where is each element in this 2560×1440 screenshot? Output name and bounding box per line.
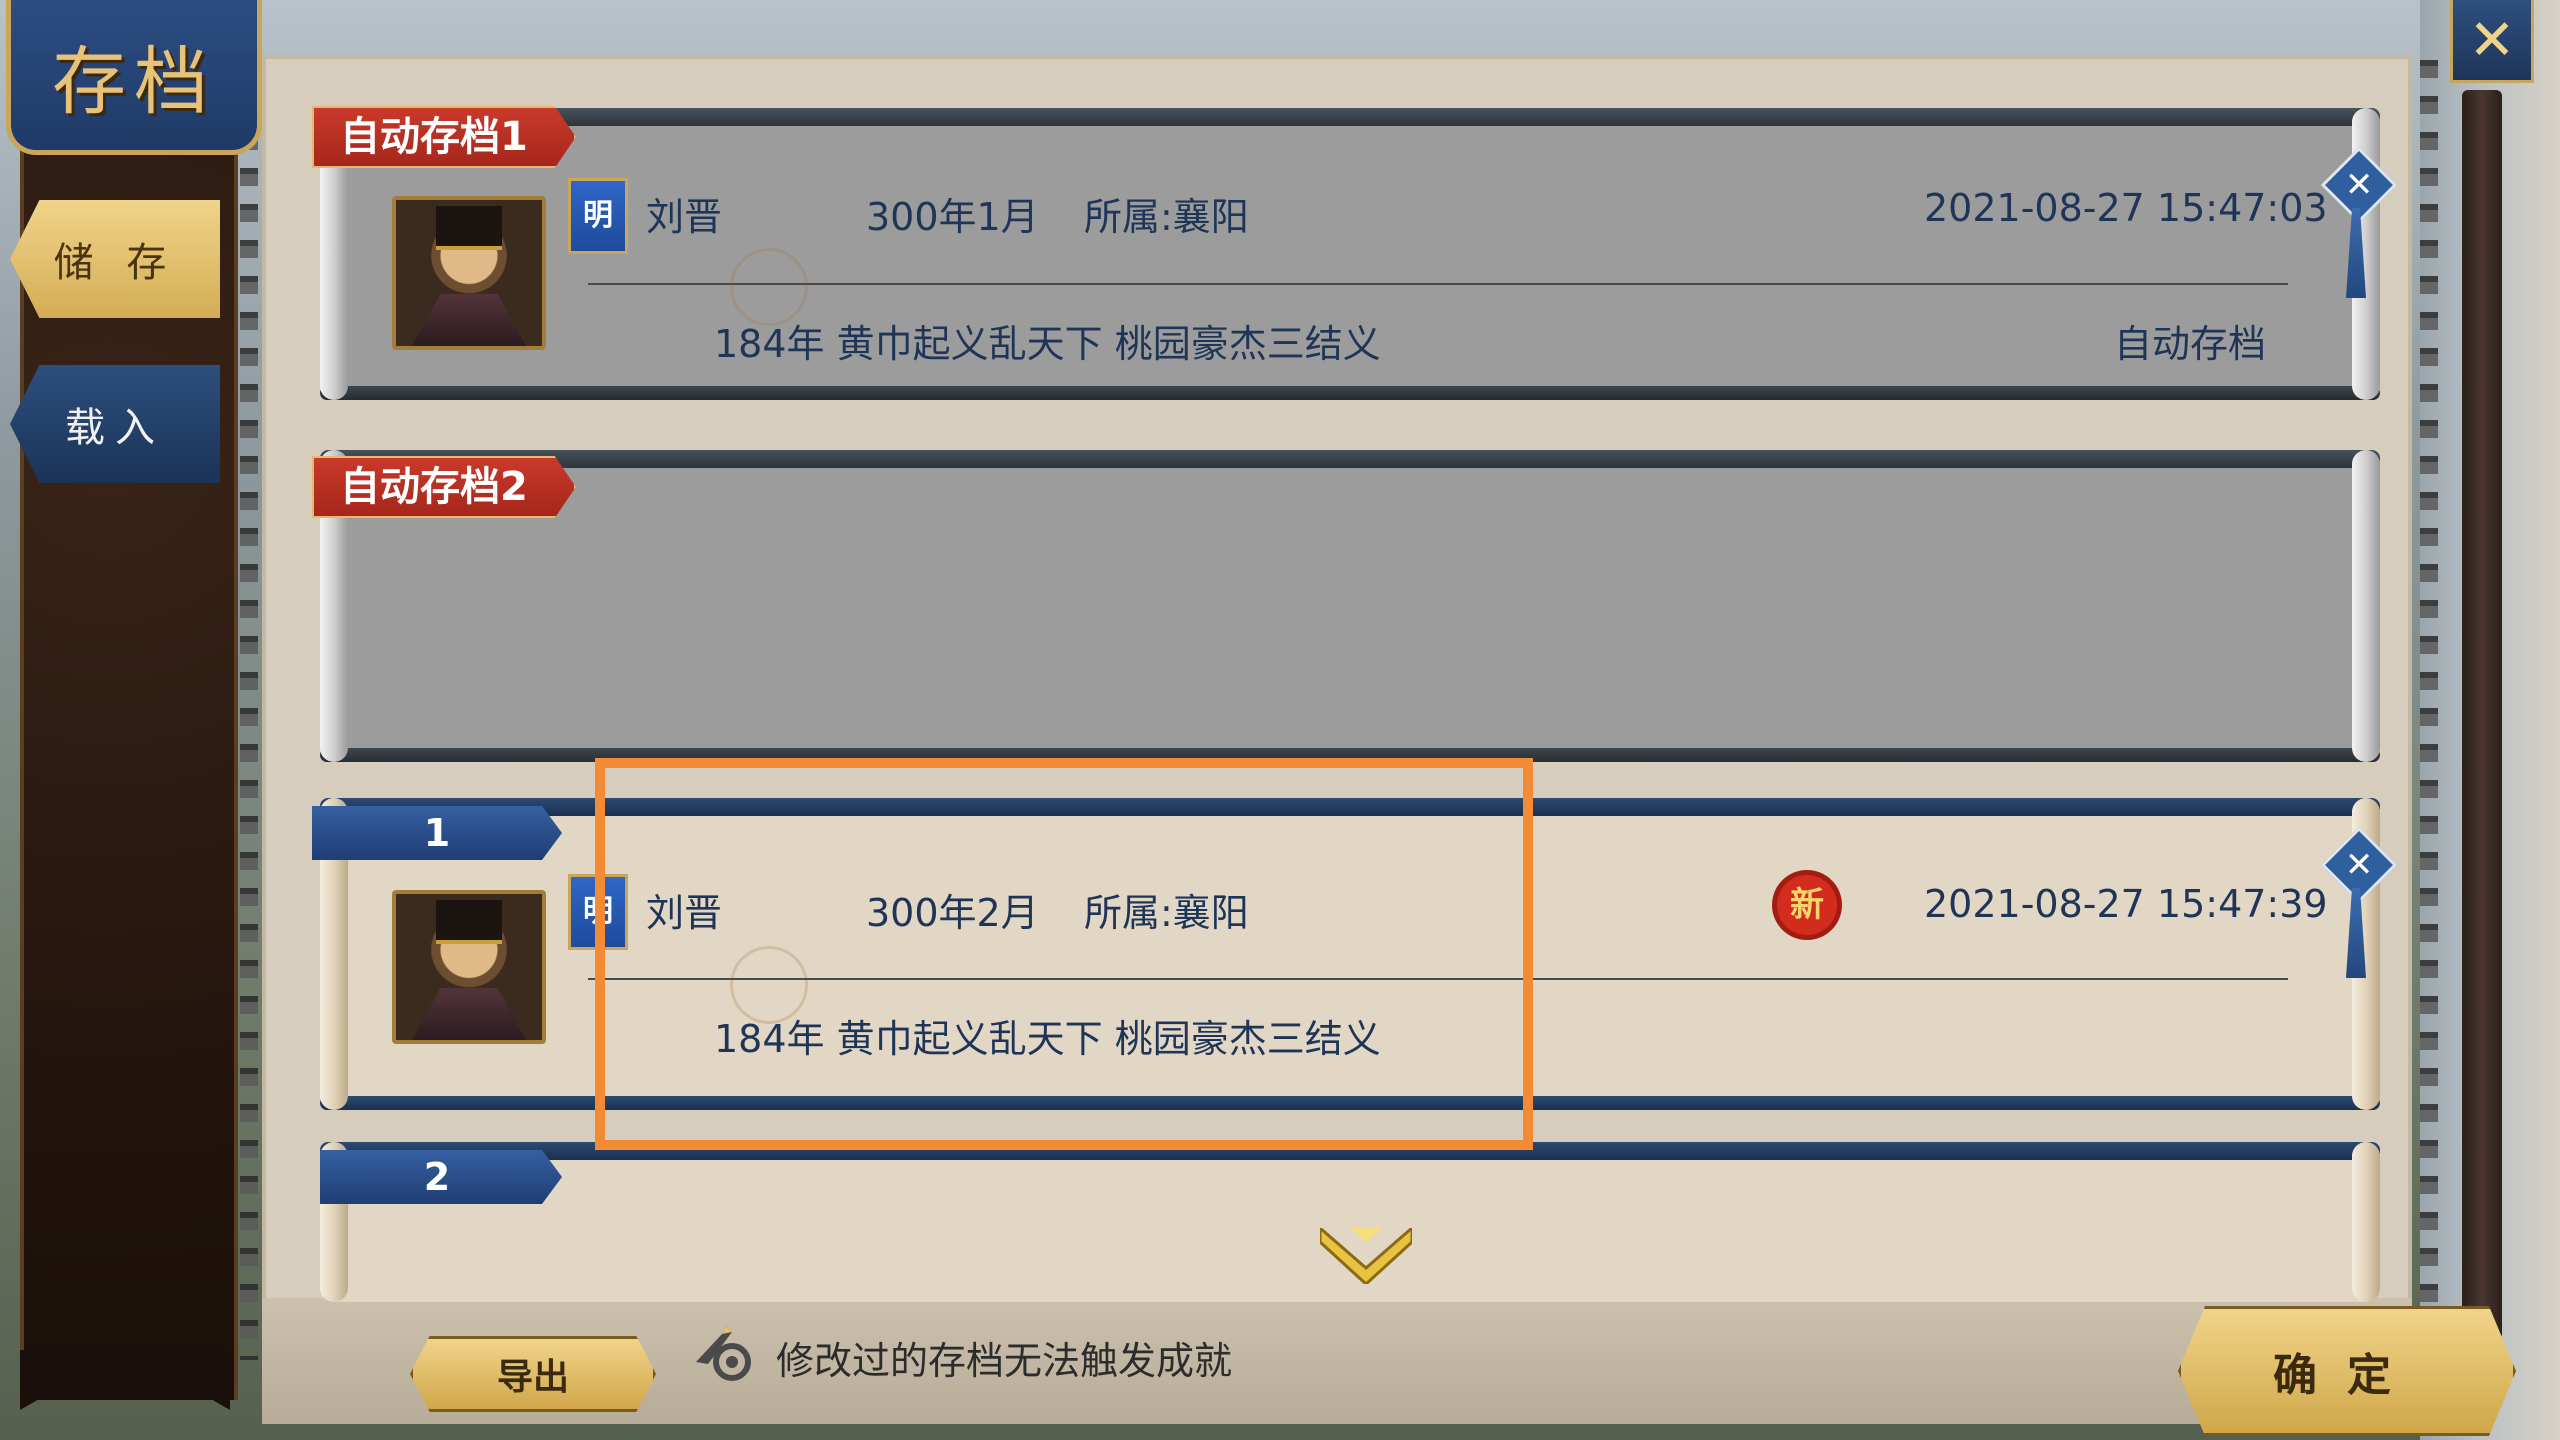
highlight-box [595,758,1533,1150]
save-timestamp: 2021-08-27 15:47:39 [1924,882,2328,926]
save-note: 自动存档 [2114,322,2267,366]
load-tab-button[interactable]: 载入 [10,365,220,483]
scenario-text: 184年 黄巾起义乱天下 桃园豪杰三结义 [714,322,1381,366]
page-title: 存档 [52,38,216,125]
scroll-down-chevron-icon[interactable] [1320,1228,1412,1284]
export-label: 导出 [496,1356,569,1398]
ruler-portrait [392,890,546,1044]
save-tab-button[interactable]: 储 存 [10,200,220,318]
scroll-right-end [2352,1142,2380,1302]
warning-text: 修改过的存档无法触发成就 [776,1339,1233,1383]
load-tab-label: 载入 [65,405,165,451]
left-rope-decoration [240,60,258,1360]
close-icon: ✕ [2468,7,2516,73]
right-rope-decoration [2420,60,2438,1360]
gear-warning-icon [696,1326,751,1381]
sidebar-bottom-ornament [20,1350,230,1410]
auto-save-row-2[interactable]: 自动存档2 [312,450,2380,762]
portrait-robe [412,988,526,1040]
portrait-robe [412,294,526,346]
new-badge: 新 [1772,870,1842,940]
slot-number-tab: 1 [312,806,562,860]
save-tab-label: 储 存 [53,240,177,286]
portrait-hat [436,900,502,944]
delete-tassel [2346,888,2366,978]
delete-icon: ✕ [2344,165,2374,205]
ruler-portrait [392,196,546,350]
delete-save-button[interactable]: ✕ [2320,826,2398,978]
auto-save-row-1[interactable]: 自动存档1 明 刘晋 300年1月 所属:襄阳 2021-08-27 15:47… [312,106,2398,400]
auto-save-tab: 自动存档1 [312,106,576,168]
save-timestamp: 2021-08-27 15:47:03 [1924,186,2328,230]
row-top-roller [320,450,2380,468]
slot-number-tab: 2 [320,1150,562,1204]
confirm-button[interactable]: 确定 [2178,1306,2516,1436]
portrait-hat [436,206,502,250]
location: 所属:襄阳 [1084,195,1249,239]
dynasty-badge: 明 [568,178,628,254]
row-bottom-roller [320,386,2380,400]
delete-tassel [2346,208,2366,298]
row-background [332,468,2368,748]
ruler-name: 刘晋 [646,195,723,239]
delete-save-button[interactable]: ✕ [2320,146,2398,298]
export-button[interactable]: 导出 [410,1336,656,1412]
game-date: 300年1月 [866,195,1039,239]
row-top-roller [320,108,2380,126]
auto-save-tab: 自动存档2 [312,456,576,518]
close-button[interactable]: ✕ [2450,0,2534,83]
row-divider [588,283,2288,285]
delete-icon: ✕ [2344,845,2374,885]
title-banner: 存档 [6,0,262,155]
confirm-label: 确定 [2273,1350,2421,1401]
scroll-right-end [2352,450,2380,762]
right-pillar [2462,90,2502,1340]
